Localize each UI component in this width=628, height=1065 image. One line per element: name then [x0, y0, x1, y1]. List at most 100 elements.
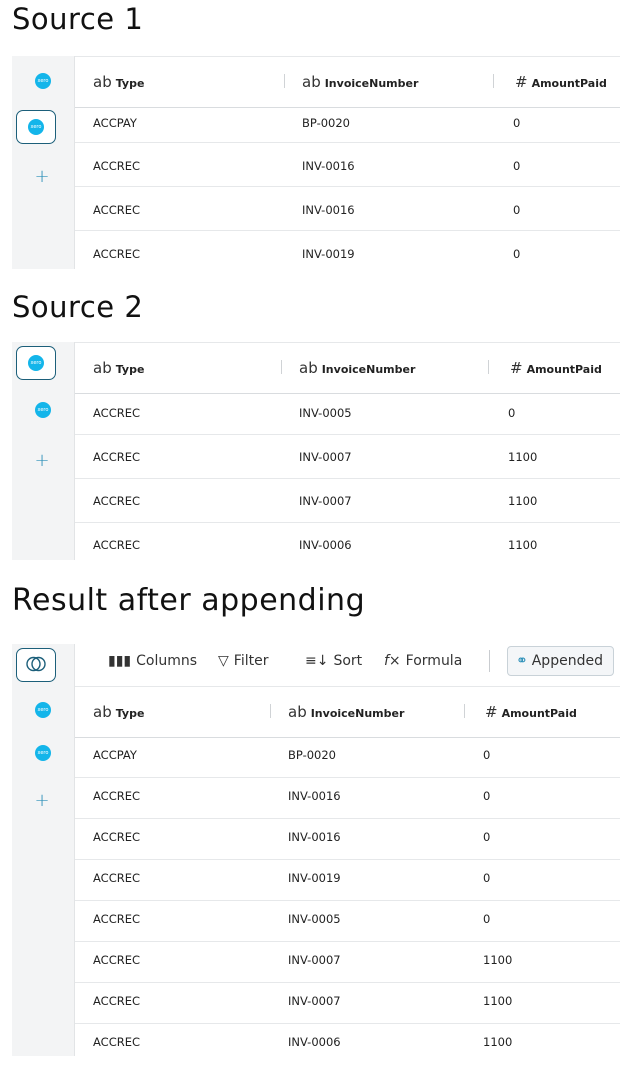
column-header-amountpaid[interactable]: # AmountPaid [510, 343, 602, 393]
cell-amount: 0 [483, 912, 491, 926]
text-type-icon: ab [93, 703, 112, 721]
column-header-type[interactable]: ab Type [93, 687, 144, 737]
table-row[interactable]: ACCPAY BP-0020 0 [75, 107, 620, 143]
table-row[interactable]: ACCREC INV-0007 1100 [75, 479, 620, 523]
table-header: ab Type ab InvoiceNumber # AmountPaid [75, 342, 620, 394]
table-row[interactable]: ACCREC INV-0016 0 [75, 778, 620, 819]
add-source-button[interactable]: + [30, 166, 54, 187]
formula-button[interactable]: f× Formula [384, 653, 462, 669]
table-row[interactable]: ACCREC INV-0006 1100 [75, 1024, 620, 1056]
appended-button[interactable]: ⚭ Appended [507, 646, 614, 676]
sort-icon: ≡↓ [305, 653, 329, 669]
cell-type: ACCREC [93, 1035, 141, 1049]
cell-amount: 1100 [508, 538, 538, 552]
result-heading: Result after appending [12, 583, 366, 618]
cell-invoice: INV-0006 [299, 538, 352, 552]
selected-source-button[interactable]: xero [16, 346, 56, 380]
source1-heading: Source 1 [12, 2, 144, 36]
column-header-type[interactable]: ab Type [93, 57, 144, 107]
column-divider[interactable] [488, 360, 489, 374]
cell-amount: 0 [513, 203, 521, 217]
cell-type: ACCREC [93, 830, 141, 844]
column-header-invoicenumber[interactable]: ab InvoiceNumber [299, 343, 415, 393]
column-divider[interactable] [464, 704, 465, 718]
cell-amount: 0 [513, 159, 521, 173]
sort-button[interactable]: ≡↓ Sort [305, 653, 362, 669]
table-row[interactable]: ACCREC INV-0016 0 [75, 187, 620, 231]
cell-amount: 1100 [483, 953, 513, 967]
table-row[interactable]: ACCREC INV-0019 0 [75, 231, 620, 269]
filter-icon: ▽ [218, 653, 229, 669]
table-row[interactable]: ACCREC INV-0016 0 [75, 143, 620, 187]
number-type-icon: # [515, 73, 528, 91]
table-row[interactable]: ACCPAY BP-0020 0 [75, 737, 620, 778]
column-header-amountpaid[interactable]: # AmountPaid [515, 57, 607, 107]
cell-invoice: INV-0016 [288, 830, 341, 844]
column-header-type[interactable]: ab Type [93, 343, 144, 393]
xero-logo-icon[interactable]: xero [35, 745, 51, 761]
table-row[interactable]: ACCREC INV-0007 1100 [75, 983, 620, 1024]
result-toolbar: ▮▮▮ Columns ▽ Filter ≡↓ Sort f× Formula ⚭ App… [75, 644, 620, 684]
cell-type: ACCREC [93, 450, 141, 464]
table-row[interactable]: ACCREC INV-0007 1100 [75, 942, 620, 983]
cell-invoice: INV-0016 [302, 159, 355, 173]
source2-heading: Source 2 [12, 290, 144, 324]
text-type-icon: ab [93, 359, 112, 377]
cell-invoice: INV-0007 [299, 494, 352, 508]
cell-type: ACCREC [93, 912, 141, 926]
xero-logo-icon[interactable]: xero [35, 402, 51, 418]
column-divider[interactable] [284, 74, 285, 88]
cell-type: ACCREC [93, 953, 141, 967]
column-divider[interactable] [493, 74, 494, 88]
result-panel: xero xero + ▮▮▮ Columns ▽ Filter ≡↓ Sort f×… [12, 644, 620, 1056]
cell-amount: 0 [513, 116, 521, 130]
number-type-icon: # [510, 359, 523, 377]
column-header-invoicenumber[interactable]: ab InvoiceNumber [302, 57, 418, 107]
cell-type: ACCREC [93, 789, 141, 803]
cell-invoice: INV-0016 [288, 789, 341, 803]
cell-amount: 1100 [508, 494, 538, 508]
filter-button[interactable]: ▽ Filter [218, 653, 268, 669]
cell-type: ACCREC [93, 406, 141, 420]
cell-type: ACCREC [93, 159, 141, 173]
cell-invoice: INV-0007 [299, 450, 352, 464]
cell-invoice: INV-0006 [288, 1035, 341, 1049]
table-row[interactable]: ACCREC INV-0019 0 [75, 860, 620, 901]
table-row[interactable]: ACCREC INV-0007 1100 [75, 435, 620, 479]
appended-source-button[interactable] [16, 648, 56, 682]
column-header-amountpaid[interactable]: # AmountPaid [485, 687, 577, 737]
cell-invoice: INV-0019 [288, 871, 341, 885]
text-type-icon: ab [299, 359, 318, 377]
cell-amount: 0 [483, 830, 491, 844]
columns-button[interactable]: ▮▮▮ Columns [108, 653, 197, 669]
table-header: ab Type ab InvoiceNumber # AmountPaid [75, 686, 620, 738]
table-row[interactable]: ACCREC INV-0005 0 [75, 901, 620, 942]
text-type-icon: ab [302, 73, 321, 91]
xero-logo-icon[interactable]: xero [35, 73, 51, 89]
table-row[interactable]: ACCREC INV-0005 0 [75, 393, 620, 435]
table-row[interactable]: ACCREC INV-0016 0 [75, 819, 620, 860]
formula-icon: f× [384, 653, 401, 669]
column-divider[interactable] [270, 704, 271, 718]
cell-amount: 0 [483, 748, 491, 762]
table-header: ab Type ab InvoiceNumber # AmountPaid [75, 56, 620, 108]
table-row[interactable]: ACCREC INV-0006 1100 [75, 523, 620, 560]
cell-invoice: BP-0020 [288, 748, 336, 762]
column-divider[interactable] [281, 360, 282, 374]
cell-amount: 0 [483, 871, 491, 885]
number-type-icon: # [485, 703, 498, 721]
columns-icon: ▮▮▮ [108, 653, 132, 669]
cell-amount: 1100 [483, 1035, 513, 1049]
xero-logo-icon: xero [28, 119, 44, 135]
column-header-invoicenumber[interactable]: ab InvoiceNumber [288, 687, 404, 737]
cell-type: ACCREC [93, 203, 141, 217]
cell-invoice: INV-0007 [288, 953, 341, 967]
cell-type: ACCREC [93, 247, 141, 261]
xero-logo-icon: xero [28, 355, 44, 371]
selected-source-button[interactable]: xero [16, 110, 56, 144]
add-source-button[interactable]: + [30, 790, 54, 811]
cell-amount: 0 [513, 247, 521, 261]
add-source-button[interactable]: + [30, 450, 54, 471]
cell-amount: 1100 [483, 994, 513, 1008]
xero-logo-icon[interactable]: xero [35, 702, 51, 718]
